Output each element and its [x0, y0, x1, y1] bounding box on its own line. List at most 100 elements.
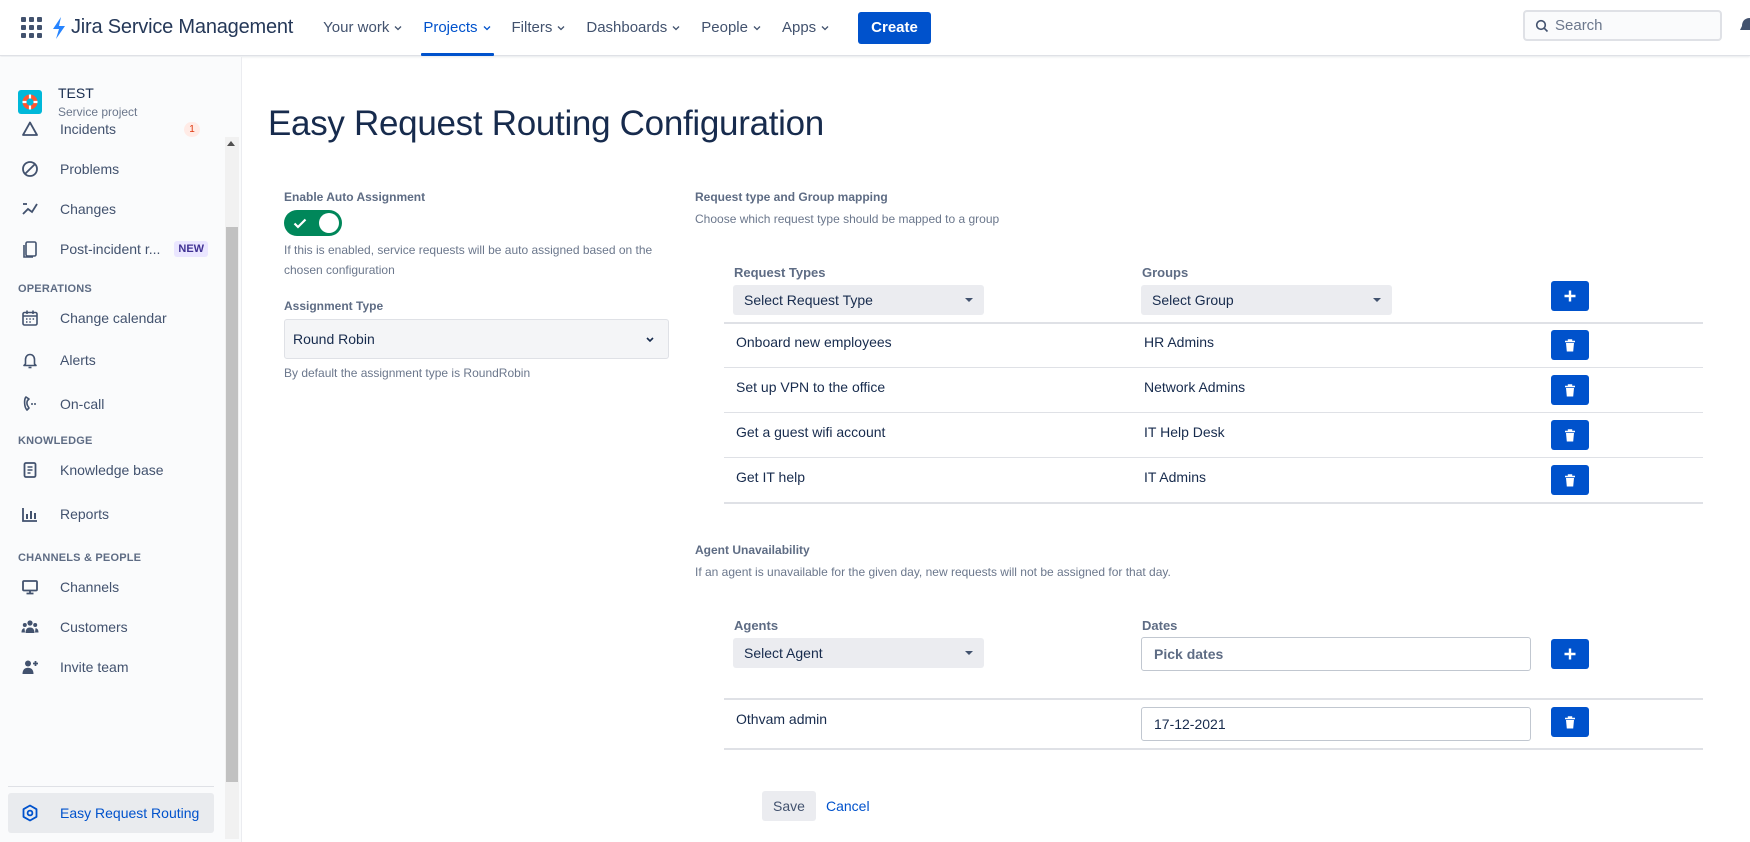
book-icon — [20, 460, 40, 480]
agent-select-label: Select Agent — [744, 645, 823, 661]
auto-assign-toggle[interactable] — [284, 210, 342, 236]
search-input[interactable] — [1555, 17, 1715, 34]
sidebar-scrollbar-thumb[interactable] — [226, 227, 238, 782]
sidebar-item-customers[interactable]: Customers — [8, 607, 214, 647]
assignment-type-select[interactable]: Round Robin — [284, 319, 669, 359]
group-select[interactable]: Select Group — [1141, 285, 1392, 315]
sidebar-divider — [8, 786, 214, 787]
caret-down-icon — [965, 651, 973, 655]
nav-item-label: Your work — [323, 19, 390, 36]
checkmark-icon — [293, 218, 307, 229]
sidebar-item-label: Problems — [60, 161, 120, 177]
calendar-icon — [20, 308, 40, 328]
cancel-link[interactable]: Cancel — [826, 798, 870, 814]
table-bottom-divider — [724, 748, 1703, 750]
bell-icon — [20, 350, 40, 370]
sidebar-heading-knowledge: KNOWLEDGE — [18, 435, 93, 447]
sidebar-item-incidents[interactable]: Incidents 1 — [8, 109, 214, 149]
table-bottom-divider — [724, 502, 1703, 504]
sidebar-item-label: Changes — [60, 201, 117, 217]
notifications-bell-icon[interactable] — [1738, 16, 1750, 36]
nav-apps[interactable]: Apps — [774, 0, 838, 56]
save-button[interactable]: Save — [762, 791, 816, 821]
chevron-down-icon — [557, 25, 565, 30]
add-unavailability-button[interactable] — [1551, 639, 1589, 669]
row-divider — [724, 412, 1703, 413]
pick-dates-input[interactable] — [1141, 637, 1531, 671]
new-badge: NEW — [174, 241, 209, 257]
project-name: TEST — [58, 85, 94, 101]
mapping-request-type: Get IT help — [736, 469, 806, 485]
sidebar-item-label: Channels — [60, 579, 120, 595]
nav-dashboards[interactable]: Dashboards — [578, 0, 689, 56]
sidebar-item-label: Post-incident r... — [60, 241, 161, 257]
sidebar-item-label: Reports — [60, 506, 110, 522]
delete-mapping-button[interactable] — [1551, 375, 1589, 405]
unavailable-date-input[interactable] — [1141, 707, 1531, 741]
auto-assign-label: Enable Auto Assignment — [284, 190, 426, 204]
app-switcher-icon[interactable] — [19, 16, 43, 40]
assignment-type-help: By default the assignment type is RoundR… — [284, 366, 531, 380]
request-type-select-label: Select Request Type — [744, 292, 873, 308]
sidebar-item-label: Change calendar — [60, 310, 167, 326]
delete-mapping-button[interactable] — [1551, 330, 1589, 360]
row-divider — [724, 367, 1703, 368]
sidebar-heading-channels-people: CHANNELS & PEOPLE — [18, 552, 142, 564]
assignment-type-value: Round Robin — [293, 331, 375, 347]
search-box[interactable] — [1523, 10, 1722, 41]
unavailable-agent-name: Othvam admin — [736, 711, 828, 727]
nav-item-label: Dashboards — [586, 19, 668, 36]
create-button[interactable]: Create — [858, 11, 931, 44]
group-select-label: Select Group — [1152, 292, 1234, 308]
sidebar-item-changes[interactable]: Changes — [8, 189, 214, 229]
people-icon — [20, 617, 40, 637]
chevron-down-icon — [821, 25, 829, 30]
mapping-request-type: Get a guest wifi account — [736, 424, 886, 440]
product-logo[interactable]: Jira Service Management — [51, 16, 293, 39]
sidebar-item-knowledge-base[interactable]: Knowledge base — [8, 450, 214, 490]
mapping-section-title: Request type and Group mapping — [695, 190, 888, 204]
chevron-down-icon — [672, 25, 680, 30]
sidebar-item-reports[interactable]: Reports — [8, 494, 214, 534]
add-mapping-button[interactable] — [1551, 281, 1589, 311]
nav-projects[interactable]: Projects — [415, 0, 499, 56]
changes-icon — [20, 199, 40, 219]
delete-unavailability-button[interactable] — [1551, 707, 1589, 737]
chevron-down-icon — [394, 25, 402, 30]
agent-select[interactable]: Select Agent — [733, 638, 984, 668]
sidebar-item-label: On-call — [60, 396, 105, 412]
trash-icon — [1565, 715, 1575, 728]
sidebar-item-label: Invite team — [60, 659, 129, 675]
routing-hexagon-icon — [20, 803, 40, 823]
trash-icon — [1565, 338, 1575, 351]
sidebar-item-label: Alerts — [60, 352, 96, 368]
sidebar-item-on-call[interactable]: On-call — [8, 384, 214, 424]
sidebar-item-easy-request-routing[interactable]: Easy Request Routing — [8, 793, 214, 833]
delete-mapping-button[interactable] — [1551, 465, 1589, 495]
scroll-up-arrow-icon[interactable] — [227, 141, 235, 146]
top-navigation: Jira Service Management Your work Projec… — [0, 0, 1750, 56]
assignment-type-label: Assignment Type — [284, 299, 384, 313]
sidebar-item-problems[interactable]: Problems — [8, 149, 214, 189]
sidebar-item-channels[interactable]: Channels — [8, 567, 214, 607]
sidebar-item-alerts[interactable]: Alerts — [8, 340, 214, 380]
caret-down-icon — [965, 298, 973, 302]
nav-people[interactable]: People — [693, 0, 770, 56]
dates-column-header: Dates — [1142, 618, 1178, 633]
delete-mapping-button[interactable] — [1551, 420, 1589, 450]
sidebar-item-post-incident-reviews[interactable]: Post-incident r... NEW — [8, 229, 214, 269]
nav-filters[interactable]: Filters — [504, 0, 575, 56]
sidebar-item-change-calendar[interactable]: Change calendar — [8, 298, 214, 338]
table-divider — [724, 322, 1703, 324]
nav-your-work[interactable]: Your work — [315, 0, 411, 56]
mapping-group: IT Admins — [1144, 469, 1206, 485]
request-type-select[interactable]: Select Request Type — [733, 285, 984, 315]
add-person-icon — [20, 657, 40, 677]
page-title: Easy Request Routing Configuration — [268, 104, 824, 143]
toggle-knob — [319, 213, 339, 233]
sidebar-item-invite-team[interactable]: Invite team — [8, 647, 214, 687]
unavailability-section-title: Agent Unavailability — [695, 543, 810, 557]
sidebar-item-label: Customers — [60, 619, 128, 635]
row-divider — [724, 457, 1703, 458]
groups-column-header: Groups — [1142, 265, 1189, 280]
